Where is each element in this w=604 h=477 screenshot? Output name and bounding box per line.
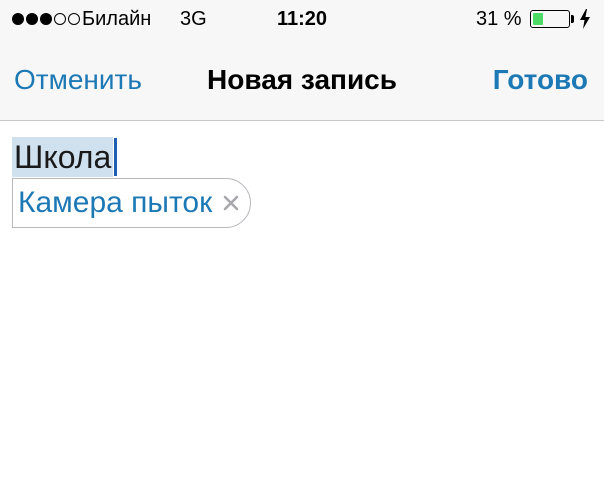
text-cursor (114, 138, 118, 176)
battery-level-fill (533, 13, 543, 25)
bolt-icon (580, 9, 590, 29)
text-input-line[interactable]: Школа (12, 137, 118, 177)
status-bar: Билайн 3G 11:20 31 % (0, 0, 604, 42)
tag-chip[interactable]: Камера пыток (12, 178, 252, 228)
navigation-bar: Отменить Новая запись Готово (0, 42, 604, 121)
battery-tip (571, 15, 574, 23)
selected-text[interactable]: Школа (12, 137, 114, 177)
close-icon[interactable] (222, 194, 240, 212)
battery-percentage: 31 % (476, 8, 522, 30)
battery-icon (530, 10, 570, 28)
tag-label: Камера пыток (18, 186, 213, 219)
entry-editor[interactable]: Школа Камера пыток (0, 121, 604, 477)
done-button[interactable]: Готово (493, 64, 588, 96)
